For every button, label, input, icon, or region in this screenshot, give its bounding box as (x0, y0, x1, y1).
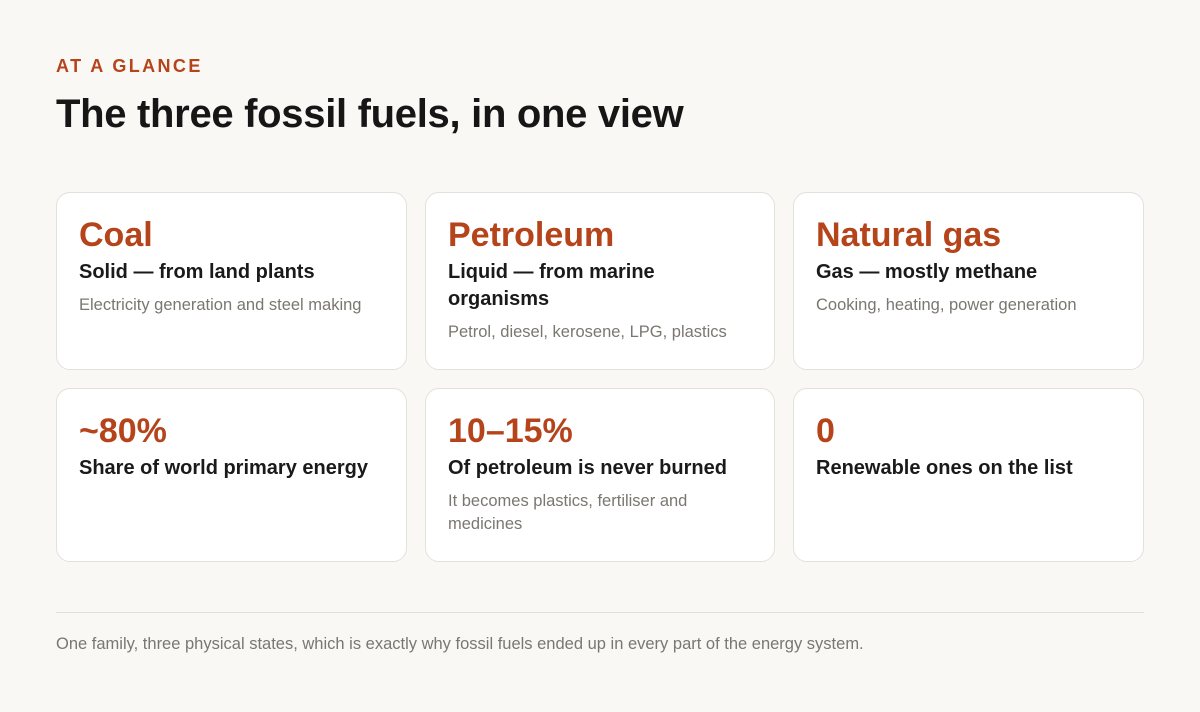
card-subtitle: Gas — mostly methane (816, 261, 1038, 283)
card-world-energy-share: ~80% Share of world primary energy (56, 388, 407, 562)
card-subtitle: Liquid — from marine organisms (448, 261, 655, 310)
page-title: The three fossil fuels, in one view (56, 92, 684, 136)
card-petroleum: Petroleum Liquid — from marine organisms… (425, 192, 775, 370)
card-coal: Coal Solid — from land plants Electricit… (56, 192, 407, 370)
card-note: Petrol, diesel, kerosene, LPG, plastics (448, 323, 727, 341)
card-note: It becomes plastics, fertiliser and medi… (448, 492, 688, 533)
card-subtitle: Renewable ones on the list (816, 457, 1073, 479)
card-heading: Petroleum (448, 216, 615, 254)
card-renewable-count: 0 Renewable ones on the list (793, 388, 1144, 562)
card-note: Electricity generation and steel making (79, 296, 362, 314)
page-header: AT A GLANCE The three fossil fuels, in o… (56, 54, 1144, 562)
card-heading: 0 (816, 412, 835, 450)
card-subtitle: Solid — from land plants (79, 261, 315, 283)
footer-divider (56, 612, 1144, 613)
card-petroleum-not-burned: 10–15% Of petroleum is never burned It b… (425, 388, 775, 562)
card-natural-gas: Natural gas Gas — mostly methane Cooking… (793, 192, 1144, 370)
card-note: Cooking, heating, power generation (816, 296, 1077, 314)
card-heading: Coal (79, 216, 153, 254)
card-subtitle: Of petroleum is never burned (448, 457, 727, 479)
card-heading: Natural gas (816, 216, 1002, 254)
card-heading: 10–15% (448, 412, 573, 450)
card-subtitle: Share of world primary energy (79, 457, 368, 479)
eyebrow-label: AT A GLANCE (56, 56, 203, 76)
card-heading: ~80% (79, 412, 167, 450)
fact-card-grid: Coal Solid — from land plants Electricit… (56, 192, 1144, 562)
footer-text: One family, three physical states, which… (56, 635, 864, 653)
